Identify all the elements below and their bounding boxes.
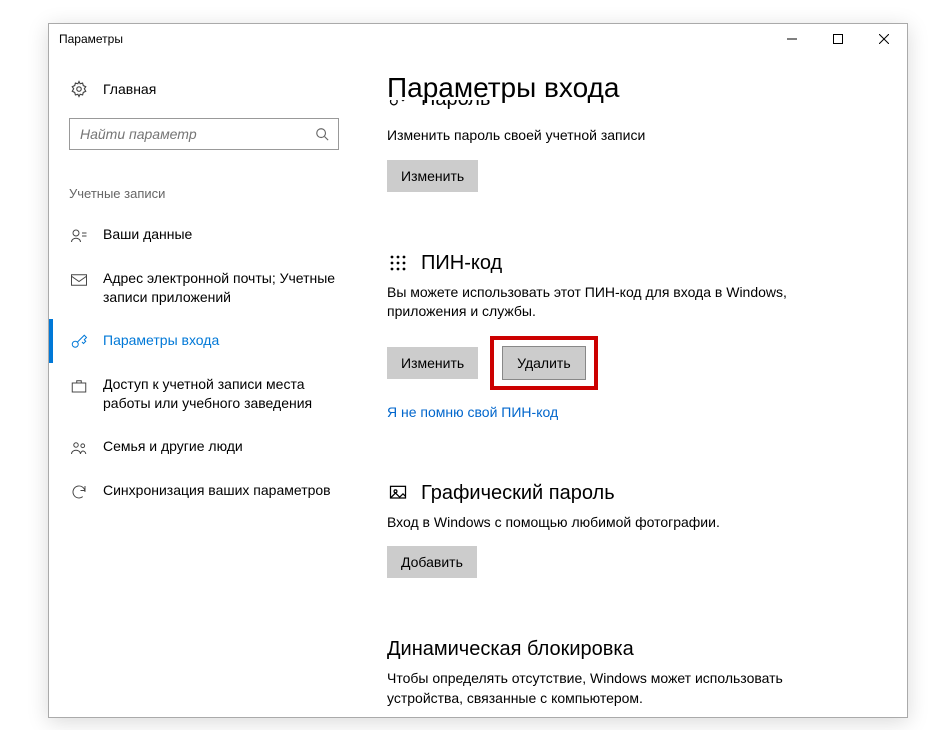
image-icon xyxy=(387,482,409,504)
picture-password-add-button[interactable]: Добавить xyxy=(387,546,477,578)
person-icon xyxy=(69,227,89,245)
window-title: Параметры xyxy=(59,32,123,46)
mail-icon xyxy=(69,271,89,289)
sidebar-item-your-info[interactable]: Ваши данные xyxy=(49,213,359,257)
home-label: Главная xyxy=(103,81,156,97)
nav-group-label: Учетные записи xyxy=(49,158,359,213)
pin-remove-button[interactable]: Удалить xyxy=(502,346,585,380)
sidebar-item-email[interactable]: Адрес электронной почты; Учетные записи … xyxy=(49,257,359,319)
sync-icon xyxy=(69,483,89,501)
search-icon xyxy=(314,126,330,142)
close-button[interactable] xyxy=(861,24,907,54)
key-icon xyxy=(69,333,89,351)
home-nav[interactable]: Главная xyxy=(49,72,359,106)
gear-icon xyxy=(69,80,89,98)
search-box[interactable] xyxy=(69,118,339,150)
settings-window: Параметры Главная xyxy=(48,23,908,718)
sidebar-item-label: Ваши данные xyxy=(103,225,339,244)
sidebar-item-signin-options[interactable]: Параметры входа xyxy=(49,319,359,363)
pin-change-button[interactable]: Изменить xyxy=(387,347,478,379)
sidebar-item-family[interactable]: Семья и другие люди xyxy=(49,425,359,469)
password-desc: Изменить пароль своей учетной записи xyxy=(387,126,847,146)
dynamic-lock-heading: Динамическая блокировка xyxy=(387,638,877,661)
pin-forgot-link[interactable]: Я не помню свой ПИН-код xyxy=(387,404,558,420)
sidebar-item-sync[interactable]: Синхронизация ваших параметров xyxy=(49,469,359,513)
sidebar-item-label: Синхронизация ваших параметров xyxy=(103,481,339,500)
dynamic-lock-desc: Чтобы определять отсутствие, Windows мож… xyxy=(387,669,847,708)
briefcase-icon xyxy=(69,377,89,395)
sidebar-item-label: Параметры входа xyxy=(103,331,339,350)
keypad-icon xyxy=(387,252,409,274)
sidebar-item-label: Доступ к учетной записи места работы или… xyxy=(103,375,339,413)
minimize-button[interactable] xyxy=(769,24,815,54)
titlebar: Параметры xyxy=(49,24,907,54)
main-content: Параметры входа Пароль Изменить пароль с… xyxy=(359,54,907,717)
sidebar-item-label: Адрес электронной почты; Учетные записи … xyxy=(103,269,339,307)
maximize-button[interactable] xyxy=(815,24,861,54)
password-change-button[interactable]: Изменить xyxy=(387,160,478,192)
password-heading: Пароль xyxy=(387,100,877,118)
key-icon xyxy=(387,100,409,110)
sidebar: Главная Учетные записи xyxy=(49,54,359,717)
pin-desc: Вы можете использовать этот ПИН-код для … xyxy=(387,283,847,322)
people-icon xyxy=(69,439,89,457)
highlight-annotation: Удалить xyxy=(490,336,597,390)
picture-password-heading: Графический пароль xyxy=(387,482,877,505)
pin-heading: ПИН-код xyxy=(387,252,877,275)
picture-password-desc: Вход в Windows с помощью любимой фотогра… xyxy=(387,513,847,533)
search-input[interactable] xyxy=(78,125,314,143)
sidebar-item-label: Семья и другие люди xyxy=(103,437,339,456)
sidebar-item-work-access[interactable]: Доступ к учетной записи места работы или… xyxy=(49,363,359,425)
